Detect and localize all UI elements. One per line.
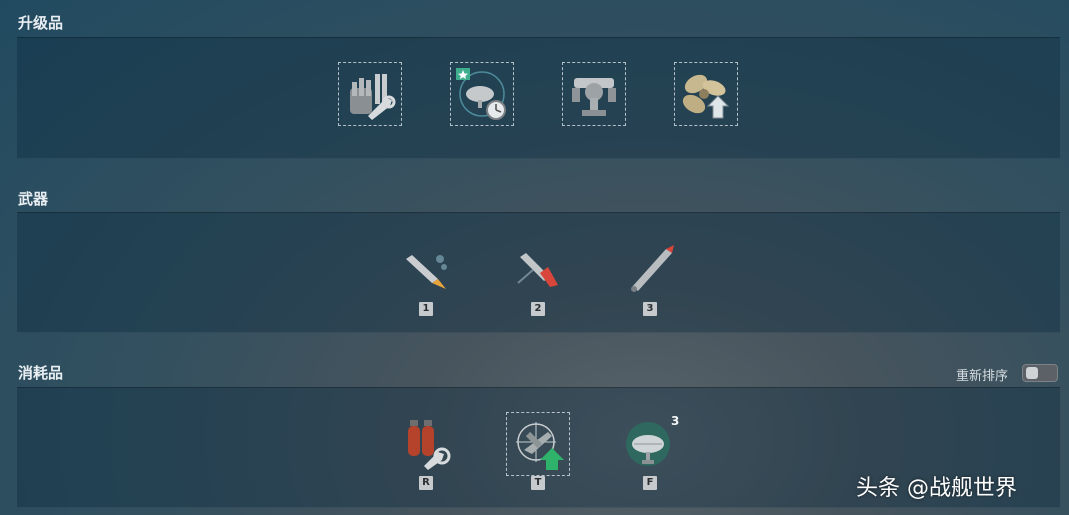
consumable-f-hotkey: F: [643, 476, 657, 490]
steering-gear-icon: [566, 66, 622, 122]
consumable-slot-1[interactable]: [394, 412, 458, 476]
weapon-1-hotkey: 1: [419, 302, 433, 316]
upgrades-section-title: 升级品: [18, 14, 64, 32]
consumable-t-hotkey: T: [531, 476, 545, 490]
main-battery-mod-icon: [342, 66, 398, 122]
weapon-slot-2[interactable]: [506, 235, 570, 299]
toggle-knob: [1026, 367, 1038, 379]
upgrade-slot-3[interactable]: [562, 62, 626, 126]
consumables-section-title: 消耗品: [18, 364, 64, 382]
weapon-2-hotkey: 2: [531, 302, 545, 316]
weapon-slot-3[interactable]: [618, 235, 682, 299]
upgrades-panel: [17, 37, 1060, 159]
reorder-label: 重新排序: [956, 369, 1009, 384]
propulsion-upgrade-icon: [678, 66, 734, 122]
upgrade-slot-1[interactable]: [338, 62, 402, 126]
upgrade-slot-2[interactable]: [450, 62, 514, 126]
consumable-slot-2[interactable]: [506, 412, 570, 476]
watermark: 头条 @战舰世界: [856, 476, 1017, 501]
hydroacoustic-charges-count: 3: [671, 414, 680, 428]
weapon-slot-1[interactable]: [394, 235, 458, 299]
hydroacoustic-timer-icon: [454, 66, 510, 122]
upgrade-slot-4[interactable]: [674, 62, 738, 126]
consumable-r-hotkey: R: [419, 476, 433, 490]
weapon-3-hotkey: 3: [643, 302, 657, 316]
weapons-section-title: 武器: [18, 190, 49, 208]
damage-control-icon: [398, 416, 454, 472]
ap-shell-icon: [510, 239, 566, 295]
spotter-aircraft-icon: [510, 416, 566, 472]
torpedo-icon: [622, 239, 678, 295]
reorder-toggle[interactable]: [1022, 364, 1058, 382]
hydroacoustic-search-icon: [622, 416, 678, 472]
weapons-panel: 1 2 3: [17, 212, 1060, 333]
he-shell-icon: [398, 239, 454, 295]
